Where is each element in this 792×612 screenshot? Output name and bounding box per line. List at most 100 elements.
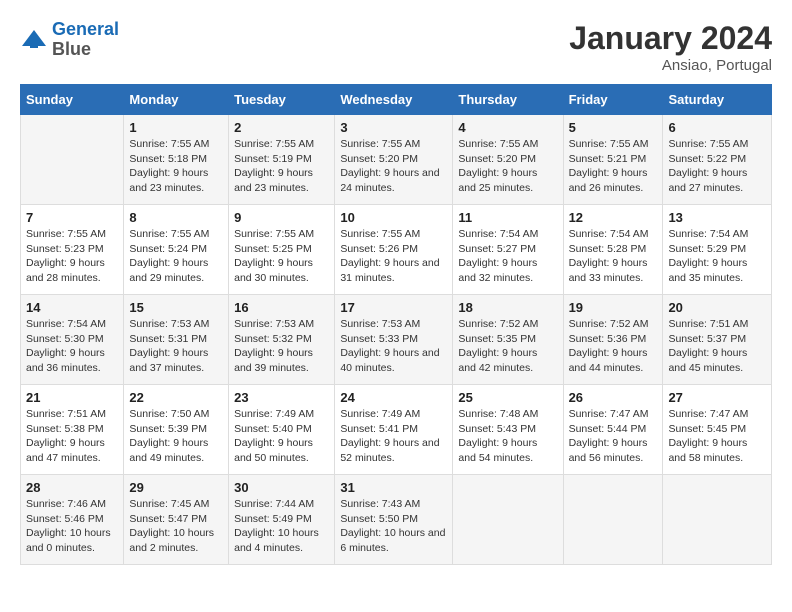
day-number: 29 xyxy=(129,480,223,495)
calendar-cell: 18 Sunrise: 7:52 AM Sunset: 5:35 PM Dayli… xyxy=(453,295,563,385)
day-info: Sunrise: 7:55 AM Sunset: 5:24 PM Dayligh… xyxy=(129,227,223,286)
calendar-cell: 8 Sunrise: 7:55 AM Sunset: 5:24 PM Daylig… xyxy=(124,205,229,295)
calendar-cell: 4Sunrise: 7:55 AM Sunset: 5:20 PM Daylig… xyxy=(453,115,563,205)
day-number: 7 xyxy=(26,210,118,225)
day-info: Sunrise: 7:55 AM Sunset: 5:25 PM Dayligh… xyxy=(234,227,329,286)
day-info: Sunrise: 7:54 AM Sunset: 5:29 PM Dayligh… xyxy=(668,227,766,286)
day-number: 23 xyxy=(234,390,329,405)
day-info: Sunrise: 7:45 AM Sunset: 5:47 PM Dayligh… xyxy=(129,497,223,556)
week-row-2: 14 Sunrise: 7:54 AM Sunset: 5:30 PM Dayli… xyxy=(21,295,772,385)
calendar-cell xyxy=(453,475,563,565)
week-row-1: 7 Sunrise: 7:55 AM Sunset: 5:23 PM Daylig… xyxy=(21,205,772,295)
day-info: Sunrise: 7:51 AM Sunset: 5:38 PM Dayligh… xyxy=(26,407,118,466)
day-info: Sunrise: 7:50 AM Sunset: 5:39 PM Dayligh… xyxy=(129,407,223,466)
day-number: 4 xyxy=(458,120,557,135)
day-info: Sunrise: 7:48 AM Sunset: 5:43 PM Dayligh… xyxy=(458,407,557,466)
day-number: 16 xyxy=(234,300,329,315)
day-info: Sunrise: 7:55 AM Sunset: 5:23 PM Dayligh… xyxy=(26,227,118,286)
calendar-cell: 19Sunrise: 7:52 AM Sunset: 5:36 PM Dayli… xyxy=(563,295,663,385)
month-title: January 2024 xyxy=(569,20,772,57)
day-info: Sunrise: 7:49 AM Sunset: 5:40 PM Dayligh… xyxy=(234,407,329,466)
week-row-0: 1 Sunrise: 7:55 AM Sunset: 5:18 PM Daylig… xyxy=(21,115,772,205)
column-header-wednesday: Wednesday xyxy=(335,85,453,115)
column-header-saturday: Saturday xyxy=(663,85,772,115)
week-row-4: 28 Sunrise: 7:46 AM Sunset: 5:46 PM Dayli… xyxy=(21,475,772,565)
day-number: 6 xyxy=(668,120,766,135)
day-number: 13 xyxy=(668,210,766,225)
day-number: 14 xyxy=(26,300,118,315)
calendar-cell: 6 Sunrise: 7:55 AM Sunset: 5:22 PM Daylig… xyxy=(663,115,772,205)
calendar-cell: 9 Sunrise: 7:55 AM Sunset: 5:25 PM Daylig… xyxy=(229,205,335,295)
day-info: Sunrise: 7:55 AM Sunset: 5:19 PM Dayligh… xyxy=(234,137,329,196)
column-header-thursday: Thursday xyxy=(453,85,563,115)
calendar-cell xyxy=(563,475,663,565)
title-block: January 2024 Ansiao, Portugal xyxy=(569,20,772,74)
calendar-cell: 15 Sunrise: 7:53 AM Sunset: 5:31 PM Dayli… xyxy=(124,295,229,385)
day-number: 1 xyxy=(129,120,223,135)
calendar-cell: 26 Sunrise: 7:47 AM Sunset: 5:44 PM Dayli… xyxy=(563,385,663,475)
day-info: Sunrise: 7:51 AM Sunset: 5:37 PM Dayligh… xyxy=(668,317,766,376)
calendar-cell: 30Sunrise: 7:44 AM Sunset: 5:49 PM Dayli… xyxy=(229,475,335,565)
calendar-cell: 16Sunrise: 7:53 AM Sunset: 5:32 PM Dayli… xyxy=(229,295,335,385)
day-number: 28 xyxy=(26,480,118,495)
day-number: 11 xyxy=(458,210,557,225)
day-number: 30 xyxy=(234,480,329,495)
calendar-cell: 28 Sunrise: 7:46 AM Sunset: 5:46 PM Dayli… xyxy=(21,475,124,565)
day-number: 18 xyxy=(458,300,557,315)
day-number: 22 xyxy=(129,390,223,405)
column-header-monday: Monday xyxy=(124,85,229,115)
day-info: Sunrise: 7:53 AM Sunset: 5:33 PM Dayligh… xyxy=(340,317,447,376)
calendar-cell: 5 Sunrise: 7:55 AM Sunset: 5:21 PM Daylig… xyxy=(563,115,663,205)
calendar-cell: 20Sunrise: 7:51 AM Sunset: 5:37 PM Dayli… xyxy=(663,295,772,385)
calendar-cell: 14 Sunrise: 7:54 AM Sunset: 5:30 PM Dayli… xyxy=(21,295,124,385)
column-header-sunday: Sunday xyxy=(21,85,124,115)
day-info: Sunrise: 7:54 AM Sunset: 5:30 PM Dayligh… xyxy=(26,317,118,376)
calendar-cell: 3Sunrise: 7:55 AM Sunset: 5:20 PM Daylig… xyxy=(335,115,453,205)
day-number: 12 xyxy=(569,210,658,225)
day-info: Sunrise: 7:46 AM Sunset: 5:46 PM Dayligh… xyxy=(26,497,118,556)
day-number: 10 xyxy=(340,210,447,225)
day-info: Sunrise: 7:55 AM Sunset: 5:21 PM Dayligh… xyxy=(569,137,658,196)
calendar-cell: 7 Sunrise: 7:55 AM Sunset: 5:23 PM Daylig… xyxy=(21,205,124,295)
day-number: 17 xyxy=(340,300,447,315)
day-info: Sunrise: 7:52 AM Sunset: 5:35 PM Dayligh… xyxy=(458,317,557,376)
day-number: 21 xyxy=(26,390,118,405)
day-number: 31 xyxy=(340,480,447,495)
day-info: Sunrise: 7:55 AM Sunset: 5:22 PM Dayligh… xyxy=(668,137,766,196)
calendar-cell: 13 Sunrise: 7:54 AM Sunset: 5:29 PM Dayli… xyxy=(663,205,772,295)
day-number: 15 xyxy=(129,300,223,315)
calendar-cell xyxy=(663,475,772,565)
day-number: 3 xyxy=(340,120,447,135)
day-number: 2 xyxy=(234,120,329,135)
calendar-cell: 10 Sunrise: 7:55 AM Sunset: 5:26 PM Dayli… xyxy=(335,205,453,295)
calendar-cell: 24 Sunrise: 7:49 AM Sunset: 5:41 PM Dayli… xyxy=(335,385,453,475)
calendar-cell: 11Sunrise: 7:54 AM Sunset: 5:27 PM Dayli… xyxy=(453,205,563,295)
day-number: 24 xyxy=(340,390,447,405)
day-info: Sunrise: 7:55 AM Sunset: 5:18 PM Dayligh… xyxy=(129,137,223,196)
logo-icon xyxy=(20,26,48,54)
calendar-table: SundayMondayTuesdayWednesdayThursdayFrid… xyxy=(20,84,772,565)
logo-text: General Blue xyxy=(52,20,119,60)
day-info: Sunrise: 7:53 AM Sunset: 5:31 PM Dayligh… xyxy=(129,317,223,376)
calendar-cell: 29 Sunrise: 7:45 AM Sunset: 5:47 PM Dayli… xyxy=(124,475,229,565)
day-number: 5 xyxy=(569,120,658,135)
day-number: 26 xyxy=(569,390,658,405)
day-info: Sunrise: 7:43 AM Sunset: 5:50 PM Dayligh… xyxy=(340,497,447,556)
column-header-friday: Friday xyxy=(563,85,663,115)
week-row-3: 21 Sunrise: 7:51 AM Sunset: 5:38 PM Dayli… xyxy=(21,385,772,475)
day-number: 8 xyxy=(129,210,223,225)
day-number: 9 xyxy=(234,210,329,225)
day-number: 27 xyxy=(668,390,766,405)
day-info: Sunrise: 7:52 AM Sunset: 5:36 PM Dayligh… xyxy=(569,317,658,376)
logo: General Blue xyxy=(20,20,119,60)
day-info: Sunrise: 7:47 AM Sunset: 5:44 PM Dayligh… xyxy=(569,407,658,466)
calendar-cell: 22 Sunrise: 7:50 AM Sunset: 5:39 PM Dayli… xyxy=(124,385,229,475)
day-info: Sunrise: 7:49 AM Sunset: 5:41 PM Dayligh… xyxy=(340,407,447,466)
column-header-tuesday: Tuesday xyxy=(229,85,335,115)
day-number: 25 xyxy=(458,390,557,405)
day-info: Sunrise: 7:55 AM Sunset: 5:26 PM Dayligh… xyxy=(340,227,447,286)
location: Ansiao, Portugal xyxy=(569,57,772,74)
calendar-cell: 12Sunrise: 7:54 AM Sunset: 5:28 PM Dayli… xyxy=(563,205,663,295)
page-header: General Blue January 2024 Ansiao, Portug… xyxy=(20,20,772,74)
calendar-cell: 21 Sunrise: 7:51 AM Sunset: 5:38 PM Dayli… xyxy=(21,385,124,475)
